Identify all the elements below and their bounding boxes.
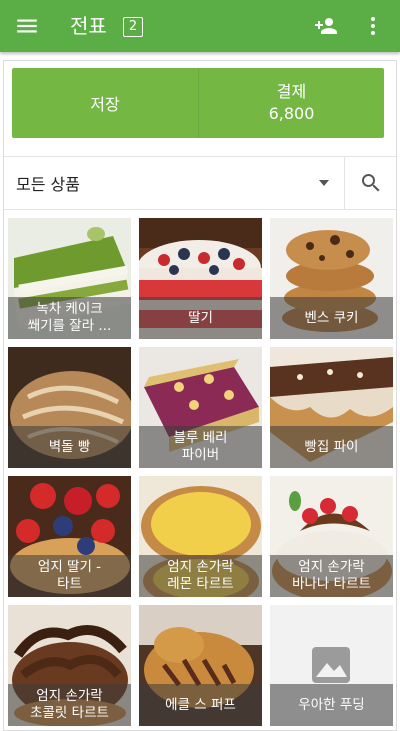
product-name: 엄지 손가락 레몬 타르트 xyxy=(139,555,262,597)
product-tile[interactable]: 엄지 손가락 레몬 타르트 xyxy=(139,476,262,597)
product-name: 우아한 푸딩 xyxy=(270,684,393,726)
product-tile[interactable]: 딸기 xyxy=(139,218,262,339)
dropdown-caret-icon xyxy=(319,180,329,186)
filter-bar: 모든 상품 xyxy=(4,156,396,210)
product-tile[interactable]: 벤스 쿠키 xyxy=(270,218,393,339)
product-name: 벽돌 빵 xyxy=(8,426,131,468)
save-button[interactable]: 저장 xyxy=(12,68,198,138)
product-name: 녹차 케이크 쐐기를 잘라 ... xyxy=(8,297,131,339)
product-name: 엄지 손가락 초콜릿 타르트 xyxy=(8,684,131,726)
product-tile[interactable]: 엄지 딸기 - 타트 xyxy=(8,476,131,597)
search-button[interactable] xyxy=(345,157,396,209)
page-title: 전표 xyxy=(70,14,107,38)
search-icon xyxy=(361,174,379,192)
product-tile[interactable]: 에클 스 퍼프 xyxy=(139,605,262,726)
product-name: 엄지 손가락 바나나 타르트 xyxy=(270,555,393,597)
pay-amount: 6,800 xyxy=(268,104,315,123)
product-tile[interactable]: 블루 베리 파이버 xyxy=(139,347,262,468)
product-tile[interactable]: 우아한 푸딩 xyxy=(270,605,393,726)
product-tile[interactable]: 벽돌 빵 xyxy=(8,347,131,468)
product-tile[interactable]: 엄지 손가락 초콜릿 타르트 xyxy=(8,605,131,726)
product-tile[interactable]: 엄지 손가락 바나나 타르트 xyxy=(270,476,393,597)
product-name: 블루 베리 파이버 xyxy=(139,426,262,468)
more-vert-icon[interactable] xyxy=(364,14,382,38)
product-name: 딸기 xyxy=(139,297,262,339)
product-tile[interactable]: 빵집 파이 xyxy=(270,347,393,468)
product-name: 빵집 파이 xyxy=(270,426,393,468)
ticket-count-badge[interactable]: 2 xyxy=(123,17,143,37)
product-name: 엄지 딸기 - 타트 xyxy=(8,555,131,597)
category-select-value: 모든 상품 xyxy=(16,175,80,194)
product-name: 에클 스 퍼프 xyxy=(139,684,262,726)
app-bar: 전표 2 xyxy=(0,0,400,52)
category-select[interactable]: 모든 상품 xyxy=(4,157,344,209)
menu-icon[interactable] xyxy=(14,13,40,39)
add-user-icon[interactable] xyxy=(313,14,339,38)
pay-button-label: 결제 xyxy=(276,82,307,101)
action-buttons: 저장 결제 6,800 xyxy=(12,68,384,138)
product-tile[interactable]: 녹차 케이크 쐐기를 잘라 ... xyxy=(8,218,131,339)
product-name: 벤스 쿠키 xyxy=(270,297,393,339)
pay-button[interactable]: 결제 6,800 xyxy=(199,68,384,138)
